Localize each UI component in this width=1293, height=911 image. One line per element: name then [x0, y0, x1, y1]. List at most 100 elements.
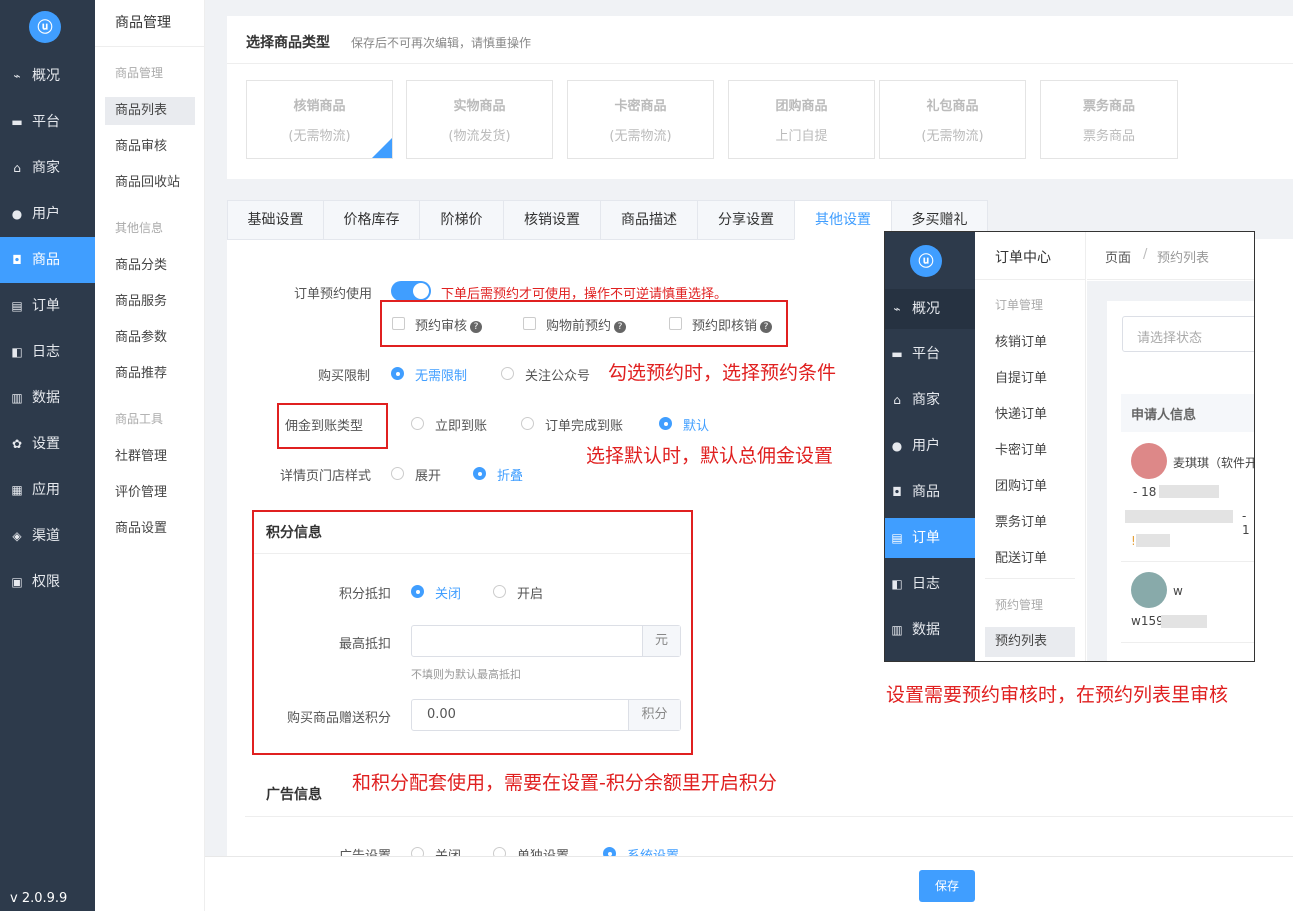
type-card-ticket[interactable]: 票务商品 票务商品 — [1040, 80, 1178, 159]
overlay-item-ticket-orders[interactable]: 票务订单 — [985, 508, 1075, 538]
overlay-item-verify-orders[interactable]: 核销订单 — [985, 328, 1075, 358]
type-card-name: 礼包商品 — [926, 99, 979, 114]
gift-points-input[interactable]: 0.00 积分 — [411, 699, 681, 731]
applicant-dash: - 1 — [1242, 509, 1250, 537]
nav-item-10[interactable]: ◈ 渠道 — [0, 513, 95, 559]
tab-price-stock[interactable]: 价格库存 — [323, 200, 420, 240]
radio-follow-account[interactable] — [501, 367, 514, 380]
type-card-gift[interactable]: 礼包商品 (无需物流) — [879, 80, 1026, 159]
sub-item-recommend[interactable]: 商品推荐 — [105, 360, 195, 388]
sub-item-reviews[interactable]: 评价管理 — [105, 479, 195, 507]
nav-item-4[interactable]: ◘ 商品 — [0, 237, 95, 283]
nav-item-8[interactable]: ✿ 设置 — [0, 421, 95, 467]
radio-on-complete[interactable] — [521, 417, 534, 430]
applicant-name: w — [1173, 584, 1183, 598]
nav-item-9[interactable]: ▦ 应用 — [0, 467, 95, 513]
version-label: v 2.0.9.9 — [10, 891, 68, 906]
radio-no-limit[interactable] — [391, 367, 404, 380]
overlay-item-card-orders[interactable]: 卡密订单 — [985, 436, 1075, 466]
checkbox-reserve-review[interactable] — [392, 317, 405, 330]
overlay-nav-item-0[interactable]: ⌁ 概况 — [885, 289, 975, 329]
sub-item-product-list[interactable]: 商品列表 — [105, 97, 195, 125]
nav-item-1[interactable]: ▬ 平台 — [0, 99, 95, 145]
sub-item-settings[interactable]: 商品设置 — [105, 515, 195, 543]
tab-basic[interactable]: 基础设置 — [227, 200, 324, 240]
type-card-group[interactable]: 团购商品 上门自提 — [728, 80, 875, 159]
type-card-desc: (物流发货) — [448, 129, 511, 144]
sub-item-category[interactable]: 商品分类 — [105, 252, 195, 280]
sub-item-params[interactable]: 商品参数 — [105, 324, 195, 352]
sub-item-community[interactable]: 社群管理 — [105, 443, 195, 471]
radio-deduct-on[interactable] — [493, 585, 506, 598]
nav-item-0[interactable]: ⌁ 概况 — [0, 53, 95, 99]
overlay-nav-item-1[interactable]: ▬ 平台 — [885, 334, 975, 374]
applicant-phone: - 18 — [1133, 485, 1157, 499]
book-icon: ◧ — [891, 577, 903, 591]
app-logo[interactable]: ⓤ — [29, 11, 61, 43]
nav-item-6[interactable]: ◧ 日志 — [0, 329, 95, 375]
nav-item-label: 订单 — [32, 298, 60, 314]
overlay-item-pickup-orders[interactable]: 自提订单 — [985, 364, 1075, 394]
footer-bar — [205, 856, 1293, 911]
nav-item-3[interactable]: ● 用户 — [0, 191, 95, 237]
save-button[interactable]: 保存 — [919, 870, 975, 902]
sub-item-product-recycle[interactable]: 商品回收站 — [105, 169, 195, 197]
overlay-item-express-orders[interactable]: 快递订单 — [985, 400, 1075, 430]
radio-default[interactable] — [659, 417, 672, 430]
bag-icon: ◘ — [892, 485, 902, 499]
divider — [975, 279, 1086, 280]
gear-icon: ✿ — [11, 437, 23, 451]
tab-description[interactable]: 商品描述 — [600, 200, 698, 240]
applicant-id: w159 — [1131, 614, 1164, 628]
radio-immediate[interactable] — [411, 417, 424, 430]
overlay-nav-item-3[interactable]: ● 用户 — [885, 426, 975, 466]
type-card-desc: (无需物流) — [288, 129, 351, 144]
radio-deduct-off[interactable] — [411, 585, 424, 598]
nav-item-2[interactable]: ⌂ 商家 — [0, 145, 95, 191]
tab-verify[interactable]: 核销设置 — [503, 200, 601, 240]
nav-item-5[interactable]: ▤ 订单 — [0, 283, 95, 329]
radio-expand[interactable] — [391, 467, 404, 480]
help-icon[interactable]: ? — [760, 320, 773, 333]
help-icon[interactable]: ? — [470, 320, 483, 333]
divider — [245, 816, 1293, 817]
nav-item-7[interactable]: ▥ 数据 — [0, 375, 95, 421]
radio-collapse[interactable] — [473, 467, 486, 480]
avatar — [1131, 572, 1167, 608]
overlay-sub-sidebar: 订单中心 订单管理 核销订单 自提订单 快递订单 卡密订单 团购订单 票务订单 … — [975, 232, 1086, 661]
type-card-physical[interactable]: 实物商品 (物流发货) — [406, 80, 553, 159]
overlay-nav-item-4[interactable]: ◘ 商品 — [885, 472, 975, 512]
section-title: 选择商品类型 — [246, 35, 330, 51]
avatar — [1131, 443, 1167, 479]
overlay-item-delivery-orders[interactable]: 配送订单 — [985, 544, 1075, 574]
overlay-item-group-orders[interactable]: 团购订单 — [985, 472, 1075, 502]
sub-sidebar: 商品管理 商品管理 商品列表 商品审核 商品回收站 其他信息 商品分类 商品服务… — [95, 0, 205, 911]
status-select[interactable]: 请选择状态 — [1122, 316, 1254, 352]
nav-item-11[interactable]: ▣ 权限 — [0, 559, 95, 605]
overlay-nav-item-7[interactable]: ▥ 数据 — [885, 610, 975, 650]
overlay-nav-item-2[interactable]: ⌂ 商家 — [885, 380, 975, 420]
breadcrumb-root[interactable]: 页面 — [1105, 247, 1131, 266]
tab-other[interactable]: 其他设置 — [794, 200, 892, 240]
tab-share[interactable]: 分享设置 — [697, 200, 795, 240]
max-deduct-input[interactable]: 元 — [411, 625, 681, 657]
checkbox-reserve-verify[interactable] — [669, 317, 682, 330]
overlay-nav-item-6[interactable]: ◧ 日志 — [885, 564, 975, 604]
nav-item-label: 平台 — [32, 114, 60, 130]
overlay-item-reservation-list[interactable]: 预约列表 — [985, 627, 1075, 657]
overlay-nav-item-5[interactable]: ▤ 订单 — [885, 518, 975, 558]
checkbox-pre-purchase[interactable] — [523, 317, 536, 330]
sub-item-product-review[interactable]: 商品审核 — [105, 133, 195, 161]
type-card-card[interactable]: 卡密商品 (无需物流) — [567, 80, 714, 159]
reserve-toggle[interactable] — [391, 281, 431, 301]
input-suffix: 元 — [642, 626, 680, 656]
overlay-nav-label: 日志 — [912, 576, 940, 592]
radio-label: 无需限制 — [415, 369, 468, 384]
overlay-nav-label: 概况 — [912, 301, 940, 317]
deduct-label: 积分抵扣 — [338, 587, 391, 602]
help-icon[interactable]: ? — [614, 320, 627, 333]
tab-tier-price[interactable]: 阶梯价 — [419, 200, 504, 240]
type-card-verify[interactable]: 核销商品 (无需物流) ✓ — [246, 80, 410, 159]
nav-item-label: 权限 — [32, 574, 60, 590]
sub-item-service[interactable]: 商品服务 — [105, 288, 195, 316]
